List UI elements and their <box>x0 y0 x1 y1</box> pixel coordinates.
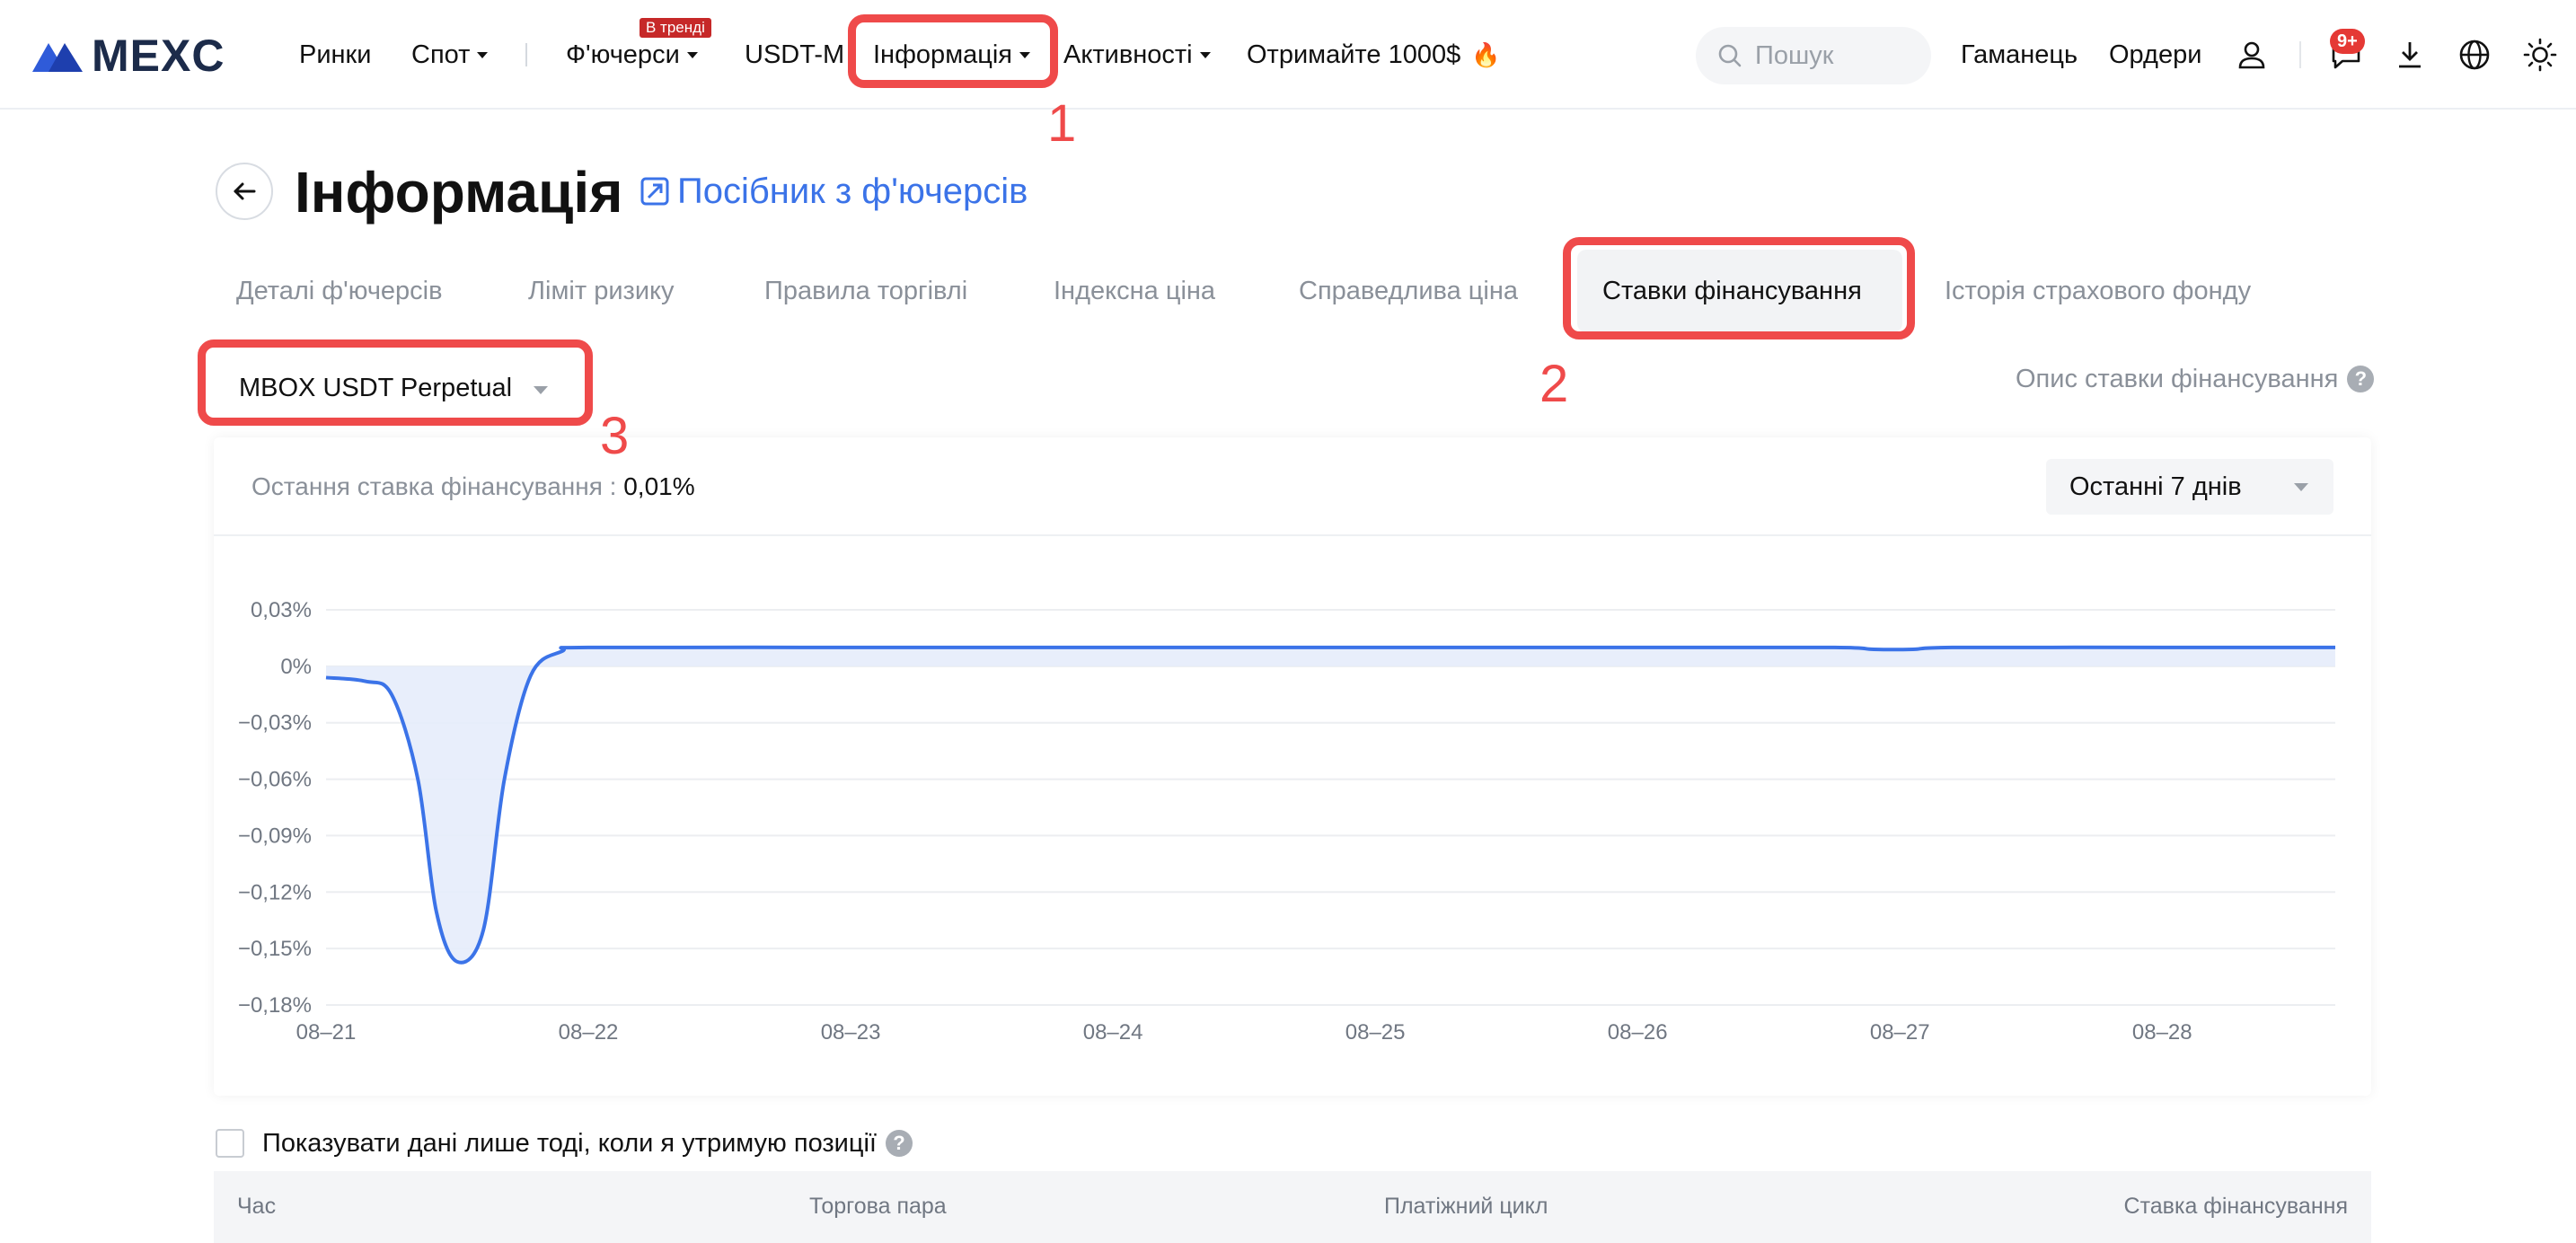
funding-rate-description-link[interactable]: Опис ставки фінансування ? <box>2016 364 2375 394</box>
nav-info[interactable]: Інформація <box>873 40 1031 70</box>
chevron-down-icon <box>477 51 489 58</box>
nav-promo[interactable]: Отримайте 1000$ 🔥 <box>1247 40 1501 70</box>
nav-activities[interactable]: Активності <box>1063 40 1211 70</box>
nav-divider <box>525 43 527 66</box>
mexc-logo[interactable]: MEXC <box>29 31 225 81</box>
column-time: Час <box>237 1194 277 1219</box>
tab-trading-rules[interactable]: Правила торгівлі <box>764 276 967 306</box>
tab-fair-price[interactable]: Справедлива ціна <box>1299 276 1518 306</box>
notification-badge: 9+ <box>2330 29 2365 54</box>
y-tick-label: −0,15% <box>238 937 312 961</box>
tab-futures-details[interactable]: Деталі ф'ючерсів <box>236 276 443 306</box>
futures-guide-label: Посібник з ф'ючерсів <box>677 172 1028 211</box>
column-payment-cycle: Платіжний цикл <box>1384 1194 1548 1219</box>
contract-select[interactable]: MBOX USDT Perpetual <box>212 352 584 424</box>
tab-risk-limit[interactable]: Ліміт ризику <box>528 276 675 306</box>
chevron-down-icon <box>686 51 698 58</box>
trend-badge: В тренді <box>640 18 711 38</box>
help-icon: ? <box>885 1130 913 1157</box>
search-input[interactable] <box>1755 40 1917 71</box>
column-trading-pair: Торгова пара <box>809 1194 947 1219</box>
nav-orders[interactable]: Ордери <box>2109 40 2201 70</box>
back-button[interactable] <box>216 163 273 220</box>
only-positions-checkbox[interactable] <box>216 1129 244 1158</box>
chevron-down-icon <box>534 386 548 394</box>
funding-rate-chart-card: Остання ставка фінансування : 0,01% Оста… <box>214 437 2371 1096</box>
column-funding-rate: Ставка фінансування <box>2123 1194 2348 1219</box>
x-tick-label: 08–23 <box>821 1020 881 1045</box>
y-tick-label: −0,18% <box>238 993 312 1018</box>
tab-index-price[interactable]: Індексна ціна <box>1054 276 1215 306</box>
user-icon[interactable] <box>2231 34 2272 75</box>
x-tick-label: 08–21 <box>296 1020 357 1045</box>
nav-spot-label: Спот <box>411 40 471 69</box>
nav-futures[interactable]: Ф'ючерси <box>566 40 698 70</box>
x-tick-label: 08–22 <box>559 1020 619 1045</box>
annotation-number-3: 3 <box>600 407 630 465</box>
only-positions-label: Показувати дані лише тоді, коли я утриму… <box>262 1129 877 1158</box>
x-tick-label: 08–28 <box>2132 1020 2192 1045</box>
nav-info-label: Інформація <box>873 40 1013 69</box>
search-box[interactable] <box>1696 27 1931 84</box>
nav-usdt-m-label: USDT-M <box>745 40 845 69</box>
mexc-logo-icon <box>32 43 83 72</box>
nav-divider <box>2299 41 2301 68</box>
x-tick-label: 08–27 <box>1870 1020 1930 1045</box>
x-tick-label: 08–24 <box>1083 1020 1143 1045</box>
funding-rate-description-label: Опис ставки фінансування <box>2016 365 2339 393</box>
x-tick-label: 08–26 <box>1608 1020 1668 1045</box>
nav-futures-label: Ф'ючерси <box>566 40 680 69</box>
y-tick-label: −0,12% <box>238 880 312 904</box>
nav-spot[interactable]: Спот <box>411 40 489 70</box>
y-tick-label: −0,03% <box>238 711 312 736</box>
nav-activities-label: Активності <box>1063 40 1193 69</box>
chevron-down-icon <box>1199 51 1211 58</box>
y-tick-label: −0,06% <box>238 768 312 792</box>
nav-wallet-label: Гаманець <box>1961 40 2078 69</box>
fire-icon: 🔥 <box>1471 41 1501 68</box>
arrow-left-icon <box>234 182 256 200</box>
nav-orders-label: Ордери <box>2109 40 2202 69</box>
theme-toggle-icon[interactable] <box>2519 34 2561 75</box>
page-title: Інформація <box>295 160 623 225</box>
funding-rate-chart: 0,03% 0% −0,03% −0,06% −0,09% −0,12% −0,15% −0,… <box>238 598 2336 1045</box>
x-tick-label: 08–25 <box>1345 1020 1406 1045</box>
download-icon[interactable] <box>2389 34 2430 75</box>
nav-promo-label: Отримайте 1000$ <box>1247 40 1461 69</box>
table-header: Час Торгова пара Платіжний цикл Ставка ф… <box>214 1171 2371 1243</box>
series-area <box>326 647 2335 963</box>
globe-icon[interactable] <box>2454 34 2495 75</box>
annotation-number-2: 2 <box>1539 355 1569 413</box>
contract-select-value: MBOX USDT Perpetual <box>239 373 513 402</box>
nav-markets[interactable]: Ринки <box>299 40 371 70</box>
help-icon: ? <box>2347 366 2375 392</box>
futures-guide-link[interactable]: Посібник з ф'ючерсів <box>640 171 1028 212</box>
nav-usdt-m[interactable]: USDT-M <box>745 40 844 70</box>
tab-insurance-fund-history[interactable]: Історія страхового фонду <box>1945 276 2251 306</box>
search-icon <box>1718 44 1742 67</box>
chevron-down-icon <box>1019 51 1031 58</box>
logo-text: MEXC <box>92 31 225 81</box>
y-tick-label: −0,09% <box>238 824 312 848</box>
annotation-number-1: 1 <box>1047 94 1077 153</box>
top-navbar: MEXC Ринки Спот В тренді Ф'ючерси USDT-M… <box>0 0 2576 110</box>
guide-icon <box>640 177 669 206</box>
y-tick-label: 0,03% <box>251 598 312 622</box>
only-positions-filter: Показувати дані лише тоді, коли я утриму… <box>262 1128 913 1159</box>
nav-wallet[interactable]: Гаманець <box>1961 40 2078 70</box>
y-tick-label: 0% <box>280 655 312 679</box>
tab-funding-rates[interactable]: Ставки фінансування <box>1602 276 1862 306</box>
series-line <box>325 645 2335 965</box>
nav-markets-label: Ринки <box>299 40 372 69</box>
